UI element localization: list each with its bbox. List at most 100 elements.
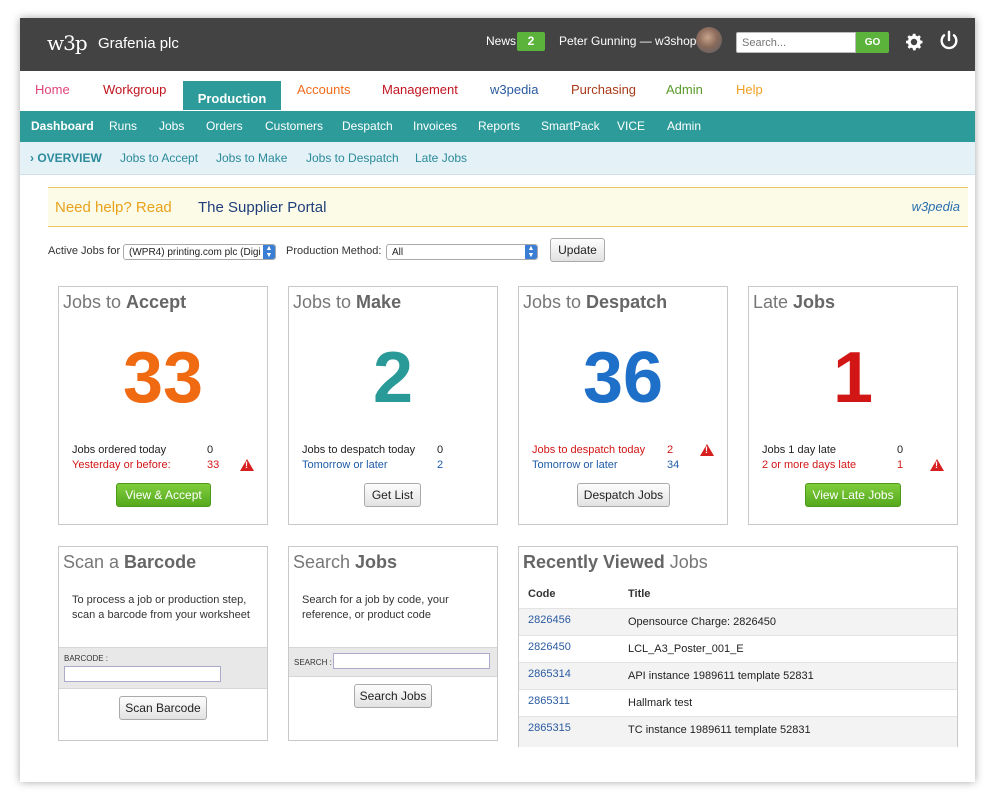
- view-late-jobs-button[interactable]: View Late Jobs: [805, 483, 901, 507]
- table-row[interactable]: 2826456 Opensource Charge: 2826450: [519, 608, 957, 635]
- jobs-to-accept-count[interactable]: 33: [59, 337, 267, 419]
- power-icon[interactable]: [938, 30, 960, 52]
- go-button[interactable]: GO: [856, 32, 889, 53]
- subnav-despatch[interactable]: Despatch: [342, 119, 393, 133]
- help-banner: Need help? Read The Supplier Portal w3pe…: [48, 187, 968, 227]
- tab-management[interactable]: Management: [382, 82, 458, 97]
- job-code-link[interactable]: 2826456: [528, 614, 571, 626]
- view-and-accept-button[interactable]: View & Accept: [116, 483, 211, 507]
- subnav-dashboard[interactable]: Dashboard: [31, 119, 94, 133]
- supplier-portal-link[interactable]: The Supplier Portal: [198, 199, 326, 216]
- subnav-vice[interactable]: VICE: [617, 119, 645, 133]
- nav-jobs-to-despatch[interactable]: Jobs to Despatch: [306, 151, 399, 165]
- table-row[interactable]: 2865315 TC instance 1989611 template 528…: [519, 716, 957, 747]
- card-title: Jobs to Accept: [63, 292, 187, 312]
- search-label: SEARCH :: [294, 658, 332, 667]
- job-code-link[interactable]: 2865311: [528, 695, 570, 707]
- production-method-label: Production Method:: [286, 245, 382, 257]
- job-title: TC instance 1989611 template 52831: [628, 724, 811, 736]
- tab-production[interactable]: Production: [183, 81, 281, 110]
- search-field-strip: SEARCH :: [289, 647, 497, 677]
- nav-late-jobs[interactable]: Late Jobs: [415, 151, 467, 165]
- user-name[interactable]: Peter Gunning — w3shop: [559, 34, 696, 48]
- active-jobs-value: (WPR4) printing.com plc (Digi F: [129, 247, 270, 258]
- stat-label: Jobs 1 day late: [762, 444, 836, 456]
- card-title: Recently Viewed Jobs: [523, 552, 708, 572]
- card-title: Jobs to Despatch: [523, 292, 668, 312]
- late-jobs-count[interactable]: 1: [749, 337, 957, 419]
- jobs-to-despatch-count[interactable]: 36: [519, 337, 727, 419]
- tab-home[interactable]: Home: [35, 82, 70, 97]
- jobs-to-make-count[interactable]: 2: [289, 337, 497, 419]
- subnav-admin[interactable]: Admin: [667, 119, 701, 133]
- card-title: Search Jobs: [293, 552, 398, 572]
- w3pedia-logo[interactable]: w3pedia: [912, 199, 960, 214]
- nav-overview[interactable]: › OVERVIEW: [30, 151, 102, 165]
- subnav-runs[interactable]: Runs: [109, 119, 137, 133]
- company-name: Grafenia plc: [98, 35, 179, 52]
- job-title: Hallmark test: [628, 697, 693, 709]
- nav-jobs-to-accept[interactable]: Jobs to Accept: [120, 151, 198, 165]
- jobs-to-make-card: Jobs to Make 2 Jobs to despatch today 0 …: [288, 286, 498, 525]
- tab-accounts[interactable]: Accounts: [297, 82, 350, 97]
- production-method-value: All: [392, 247, 404, 258]
- active-jobs-label: Active Jobs for: [48, 245, 121, 257]
- stat-value: 2: [667, 444, 674, 456]
- barcode-input[interactable]: [64, 666, 221, 682]
- tab-w3pedia[interactable]: w3pedia: [490, 82, 538, 97]
- main-tabs: Home Workgroup Production Accounts Manag…: [20, 71, 975, 111]
- table-row[interactable]: 2865314 API instance 1989611 template 52…: [519, 662, 957, 689]
- card-title: Late Jobs: [753, 292, 836, 312]
- update-button[interactable]: Update: [550, 238, 605, 262]
- news-link[interactable]: News: [486, 34, 516, 48]
- scan-barcode-button[interactable]: Scan Barcode: [119, 696, 207, 720]
- subnav-reports[interactable]: Reports: [478, 119, 520, 133]
- job-title: API instance 1989611 template 52831: [628, 670, 814, 682]
- barcode-field-strip: BARCODE :: [59, 647, 267, 689]
- subnav-customers[interactable]: Customers: [265, 119, 323, 133]
- nav-jobs-to-make[interactable]: Jobs to Make: [216, 151, 287, 165]
- search-jobs-button[interactable]: Search Jobs: [354, 684, 432, 708]
- get-list-button[interactable]: Get List: [364, 483, 421, 507]
- avatar[interactable]: [696, 27, 722, 53]
- news-count-badge[interactable]: 2: [517, 32, 545, 51]
- stat-label: Jobs ordered today: [72, 444, 167, 456]
- jobs-to-accept-card: Jobs to Accept 33 Jobs ordered today 0 Y…: [58, 286, 268, 525]
- search-input[interactable]: [736, 32, 856, 53]
- card-title: Scan a Barcode: [63, 552, 197, 572]
- subnav-orders[interactable]: Orders: [206, 119, 243, 133]
- filters-row: Active Jobs for (WPR4) printing.com plc …: [48, 238, 968, 268]
- tab-purchasing[interactable]: Purchasing: [571, 82, 636, 97]
- tab-workgroup[interactable]: Workgroup: [103, 82, 166, 97]
- subnav-smartpack[interactable]: SmartPack: [541, 119, 600, 133]
- stat-value: 0: [207, 444, 214, 456]
- w3p-logo[interactable]: w3p: [47, 31, 88, 55]
- subnav-jobs[interactable]: Jobs: [159, 119, 184, 133]
- job-title: Opensource Charge: 2826450: [628, 616, 776, 628]
- barcode-label: BARCODE :: [64, 654, 109, 663]
- stat-label: Tomorrow or later: [532, 459, 618, 471]
- job-code-link[interactable]: 2865315: [528, 722, 571, 734]
- job-code-link[interactable]: 2826450: [528, 641, 571, 653]
- search-jobs-card: Search Jobs Search for a job by code, yo…: [288, 546, 498, 741]
- tab-admin[interactable]: Admin: [666, 82, 703, 97]
- stat-label: 2 or more days late: [762, 459, 857, 471]
- app-window: w3p Grafenia plc News 2 Peter Gunning — …: [20, 18, 975, 782]
- tab-help[interactable]: Help: [736, 82, 763, 97]
- overview-nav: › OVERVIEW Jobs to Accept Jobs to Make J…: [20, 142, 975, 175]
- stat-value: 1: [897, 459, 904, 471]
- top-bar: w3p Grafenia plc News 2 Peter Gunning — …: [20, 18, 975, 71]
- subnav-invoices[interactable]: Invoices: [413, 119, 457, 133]
- help-prefix: Need help? Read: [55, 199, 172, 216]
- job-code-link[interactable]: 2865314: [528, 668, 571, 680]
- job-title: LCL_A3_Poster_001_E: [628, 643, 744, 655]
- job-search-input[interactable]: [333, 653, 490, 669]
- search-description: Search for a job by code, your reference…: [302, 594, 449, 621]
- table-row[interactable]: 2865311 Hallmark test: [519, 689, 957, 716]
- despatch-jobs-button[interactable]: Despatch Jobs: [577, 483, 670, 507]
- active-jobs-select[interactable]: (WPR4) printing.com plc (Digi F ▲ ▼: [123, 244, 276, 260]
- table-row[interactable]: 2826450 LCL_A3_Poster_001_E: [519, 635, 957, 662]
- production-method-select[interactable]: All ▲ ▼: [386, 244, 538, 260]
- title-column-header: Title: [628, 588, 651, 600]
- gear-icon[interactable]: [903, 31, 925, 53]
